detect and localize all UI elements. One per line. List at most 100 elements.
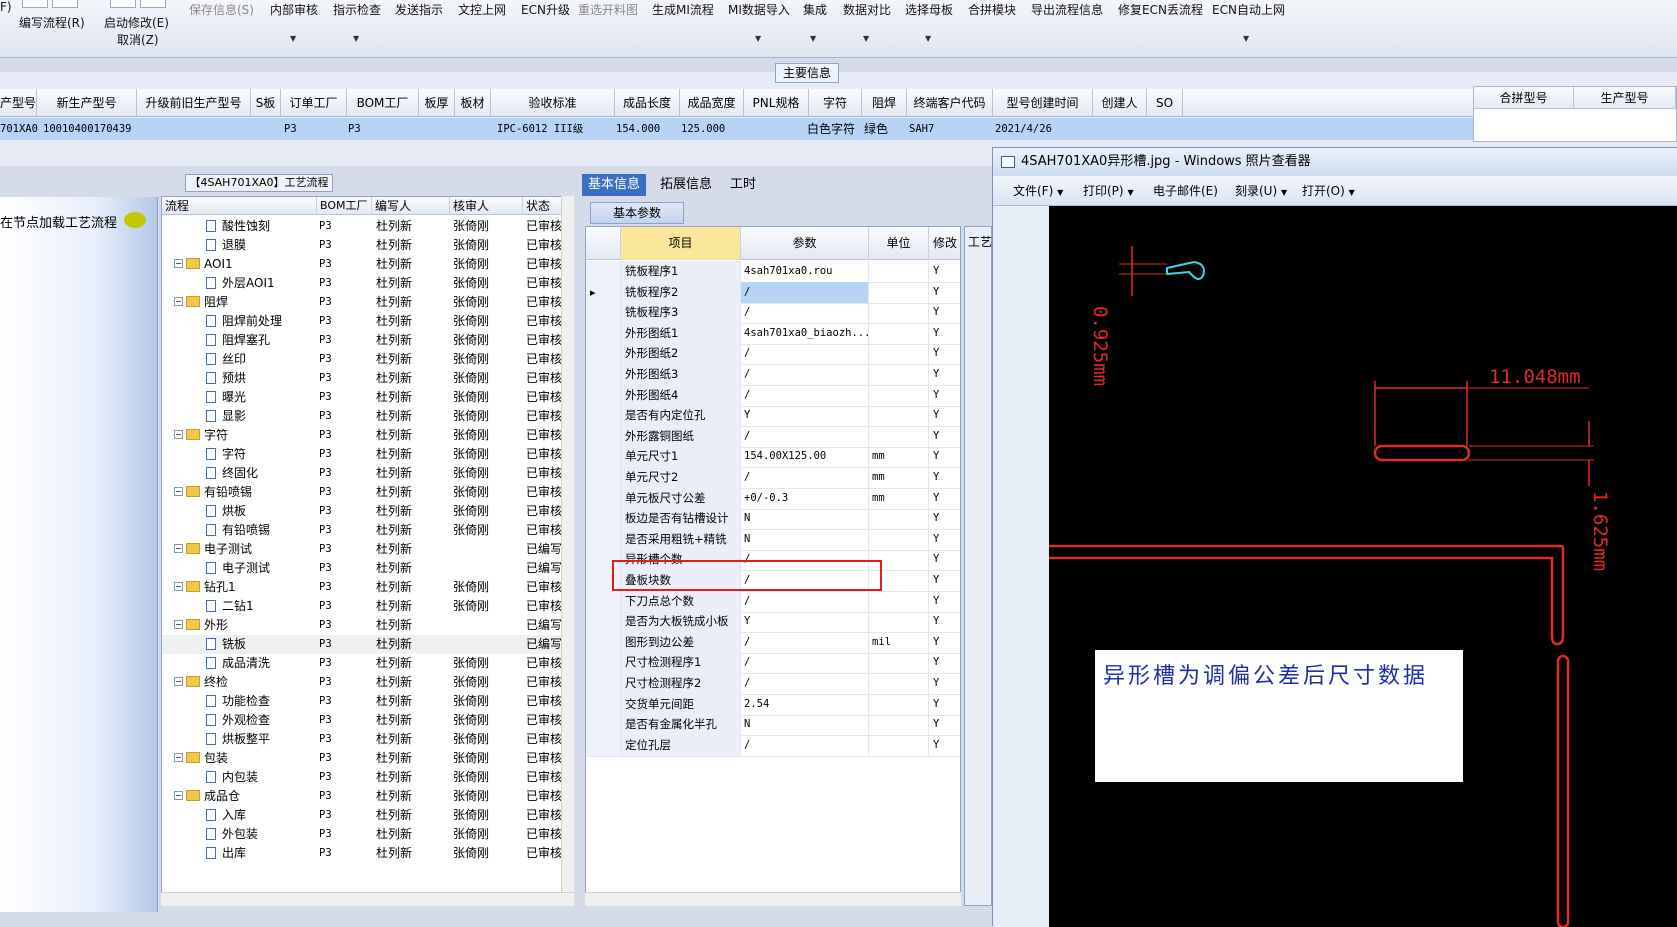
row-indicator[interactable] [586, 343, 621, 365]
row-indicator[interactable] [586, 508, 621, 530]
image-canvas[interactable]: 0.925mm 11.048mm 1.625mm 异形槽为调偏公差后尺寸数据 [1049, 206, 1677, 927]
tree-row[interactable]: 出库 P3 杜列新 张倚刚 已审核 [162, 844, 562, 863]
tree-row[interactable]: 有铅喷锡 P3 杜列新 张倚刚 已审核 [162, 521, 562, 540]
column-header[interactable]: 单位 [869, 227, 929, 260]
send-instruction-button[interactable]: 发送指示 [395, 1, 443, 18]
tree-node[interactable]: 阻焊前处理 [206, 312, 282, 331]
row-indicator[interactable]: ▸ [586, 281, 621, 303]
param-value-cell[interactable]: N [741, 528, 869, 550]
ecn-auto-online-button[interactable]: ECN自动上网 [1212, 1, 1285, 18]
tree-row[interactable]: − 电子测试 P3 杜列新 已编写 [162, 540, 562, 559]
collapse-icon[interactable]: − [174, 297, 183, 306]
tree-row[interactable]: 铣板 P3 杜列新 已编写 [162, 635, 562, 654]
tree-row[interactable]: 内包装 P3 杜列新 张倚刚 已审核 [162, 768, 562, 787]
tree-node[interactable]: 成品清洗 [206, 654, 270, 673]
row-indicator[interactable] [586, 714, 621, 736]
tree-row[interactable]: 外层AOI1 P3 杜列新 张倚刚 已审核 [162, 274, 562, 293]
tree-row[interactable]: 烘板 P3 杜列新 张倚刚 已审核 [162, 502, 562, 521]
select-motherboard-button[interactable]: 选择母板 [905, 1, 953, 18]
tree-node[interactable]: − AOI1 [174, 255, 233, 274]
param-row[interactable]: 是否有金属化半孔 N Y [586, 714, 960, 737]
column-header[interactable]: 终端客户代码 [907, 89, 993, 117]
column-header[interactable]: 字符 [809, 89, 862, 117]
param-row[interactable]: 外形图纸3/ Y [586, 364, 960, 386]
column-header[interactable]: 板材 [455, 89, 491, 117]
row-indicator[interactable] [586, 322, 621, 344]
tree-row[interactable]: − 终检 P3 杜列新 张倚刚 已审核 [162, 673, 562, 692]
tree-row[interactable]: 字符 P3 杜列新 张倚刚 已审核 [162, 445, 562, 464]
param-row[interactable]: 是否有内定位孔 Y Y [586, 405, 960, 428]
row-indicator[interactable] [586, 734, 621, 756]
param-value-cell[interactable]: / [741, 343, 869, 365]
row-indicator[interactable] [586, 405, 621, 427]
row-indicator[interactable] [586, 364, 621, 385]
chevron-down-icon[interactable]: ▼ [1243, 34, 1249, 43]
param-value-cell[interactable]: / [741, 467, 869, 488]
column-header[interactable]: 参数 [741, 227, 869, 260]
row-indicator[interactable] [586, 425, 621, 447]
column-header[interactable]: PNL规格 [744, 89, 809, 117]
chevron-down-icon[interactable]: ▼ [353, 34, 359, 43]
column-header[interactable]: 成品长度 [615, 89, 680, 117]
tree-row[interactable]: − AOI1 P3 杜列新 张倚刚 已审核 [162, 255, 562, 274]
row-indicator[interactable] [586, 302, 621, 324]
write-flow-button[interactable]: 编写流程(R) [19, 14, 85, 31]
param-row[interactable]: 外形图纸4/ Y [586, 384, 960, 407]
param-row[interactable]: 是否采用粗铣+精铣 N Y [586, 528, 960, 551]
tree-node[interactable]: 烘板整平 [206, 730, 270, 749]
instruction-check-button[interactable]: 指示检查 [333, 1, 381, 18]
tree-row[interactable]: − 钻孔1 P3 杜列新 张倚刚 已审核 [162, 578, 562, 597]
tree-node[interactable]: − 成品仓 [174, 787, 240, 806]
tree-node[interactable]: − 有铅喷锡 [174, 483, 252, 502]
row-indicator[interactable] [586, 652, 621, 674]
column-header[interactable]: S板 [251, 89, 281, 117]
tree-row[interactable]: 酸性蚀刻 P3 杜列新 张倚刚 已审核 [162, 217, 562, 236]
collapse-icon[interactable]: − [174, 620, 183, 629]
toolbar-btn-f[interactable]: F) [0, 0, 12, 14]
column-header[interactable]: 核审人 [450, 197, 523, 215]
integrate-button[interactable]: 集成 [803, 1, 827, 18]
chevron-down-icon[interactable]: ▼ [925, 34, 931, 43]
param-row[interactable]: ▸ 铣板程序2/ Y [586, 281, 960, 304]
internal-review-button[interactable]: 内部审核 [270, 1, 318, 18]
tree-node[interactable]: 退膜 [206, 236, 246, 255]
row-indicator[interactable] [586, 631, 621, 653]
tree-node[interactable]: 丝印 [206, 350, 246, 369]
column-header[interactable]: 状态 [523, 197, 563, 215]
chevron-down-icon[interactable]: ▼ [810, 34, 816, 43]
tree-row[interactable]: 电子测试 P3 杜列新 已编写 [162, 559, 562, 578]
row-indicator[interactable] [586, 384, 621, 406]
tree-node[interactable]: 内包装 [206, 768, 258, 787]
tree-row[interactable]: 终固化 P3 杜列新 张倚刚 已审核 [162, 464, 562, 483]
tree-node[interactable]: 电子测试 [206, 559, 270, 578]
row-indicator[interactable] [586, 611, 621, 633]
param-value-cell[interactable]: +0/-0.3 [741, 487, 869, 509]
tree-row[interactable]: 阻焊前处理 P3 杜列新 张倚刚 已审核 [162, 312, 562, 331]
column-header[interactable]: 生产型号 [1574, 87, 1676, 109]
column-header[interactable]: 编写人 [372, 197, 450, 215]
param-row[interactable]: 下刀点总个数 / Y [586, 590, 960, 613]
row-indicator[interactable] [586, 673, 621, 694]
param-value-cell[interactable]: Y [741, 611, 869, 633]
chevron-down-icon[interactable]: ▼ [863, 34, 869, 43]
tree-row[interactable]: 二钻1 P3 杜列新 张倚刚 已审核 [162, 597, 562, 616]
generate-mi-flow-button[interactable]: 生成MI流程 [652, 1, 714, 18]
tree-node[interactable]: 预烘 [206, 369, 246, 388]
param-row[interactable]: 定位孔层 / Y [586, 734, 960, 757]
collapse-icon[interactable]: − [174, 582, 183, 591]
tree-node[interactable]: 二钻1 [206, 597, 254, 616]
tree-node[interactable]: − 字符 [174, 426, 228, 445]
toolbar-field[interactable] [140, 0, 166, 8]
tree-row[interactable]: − 外形 P3 杜列新 已编写 [162, 616, 562, 635]
tree-vertical-scrollbar[interactable] [561, 196, 574, 892]
tab-extended-info[interactable]: 拓展信息 [654, 174, 718, 196]
collapse-icon[interactable]: − [174, 677, 183, 686]
tree-node[interactable]: 阻焊塞孔 [206, 331, 270, 350]
table-row[interactable]: 701XA0 10010400170439 P3 P3 IPC-6012 III… [0, 118, 1473, 140]
column-header[interactable]: 合拼型号 [1474, 87, 1574, 109]
param-row[interactable]: 外形图纸2/ Y [586, 343, 960, 366]
tree-node[interactable]: 烘板 [206, 502, 246, 521]
menu-print[interactable]: 打印(P) ▼ [1083, 176, 1134, 206]
column-header[interactable]: 型号创建时间 [993, 89, 1093, 117]
collapse-icon[interactable]: − [174, 487, 183, 496]
